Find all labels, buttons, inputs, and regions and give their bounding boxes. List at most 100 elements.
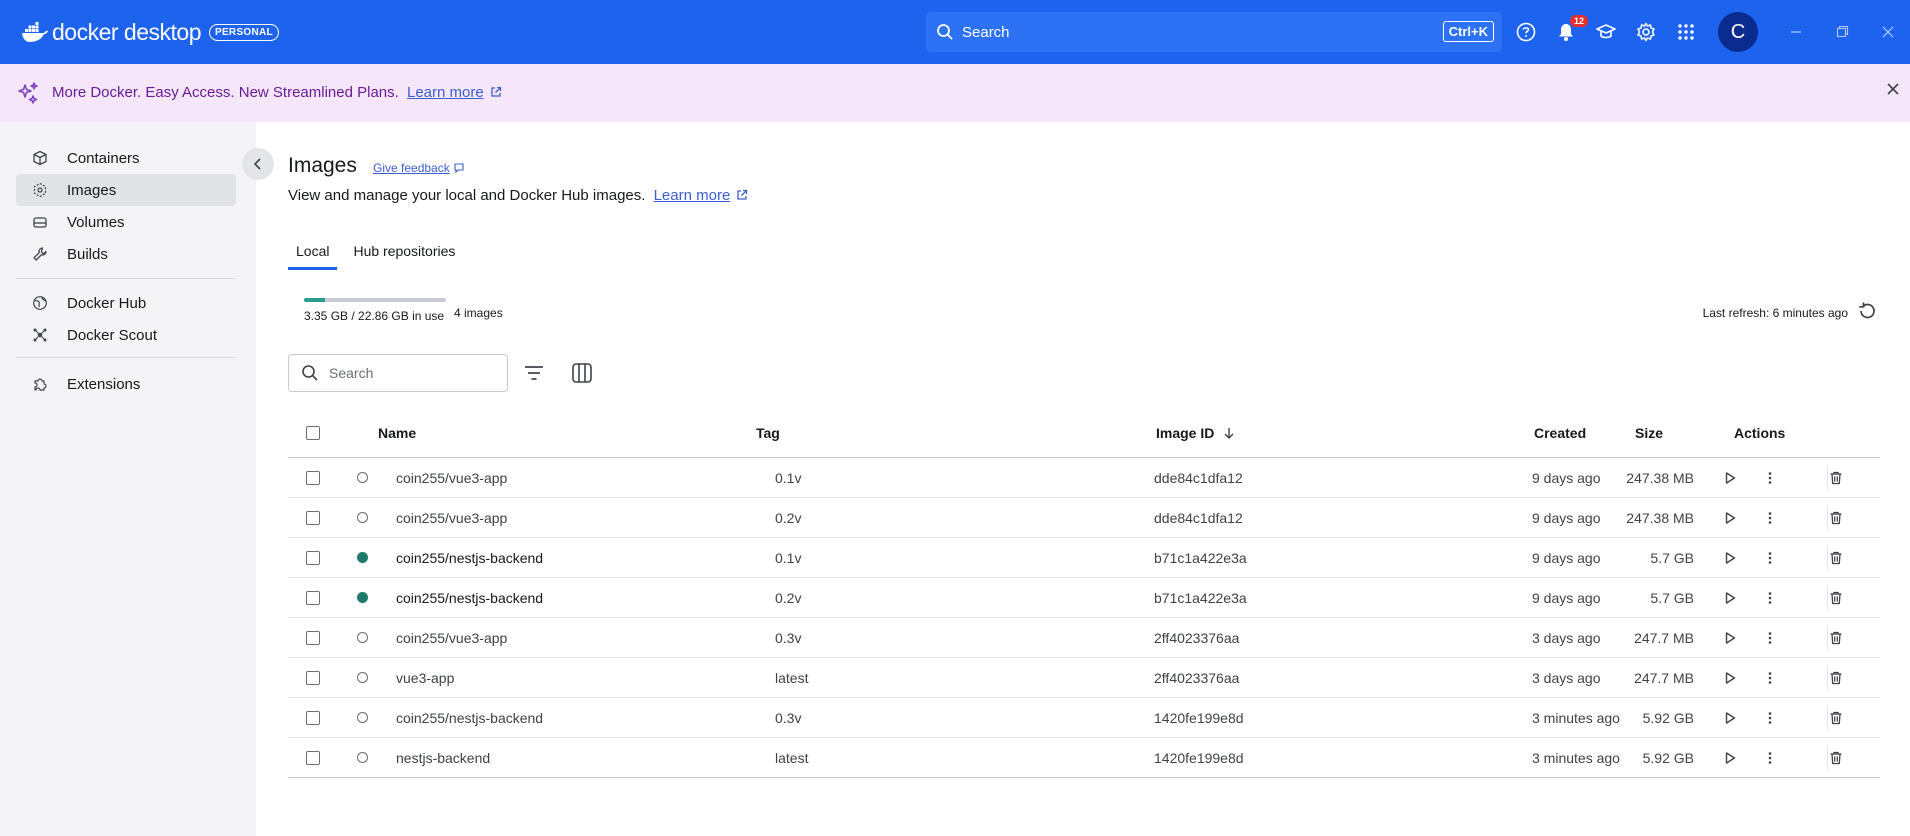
give-feedback-link[interactable]: Give feedback: [373, 161, 465, 175]
delete-button[interactable]: [1824, 498, 1848, 537]
table-row[interactable]: coin255/nestjs-backend 0.2v b71c1a422e3a…: [288, 578, 1880, 618]
delete-button[interactable]: [1824, 658, 1848, 697]
settings-icon[interactable]: [1634, 20, 1658, 44]
trash-icon: [1824, 746, 1848, 770]
row-checkbox[interactable]: [306, 458, 320, 497]
sidebar-item-docker-hub[interactable]: Docker Hub: [16, 287, 236, 319]
sidebar-item-builds[interactable]: Builds: [16, 238, 236, 270]
sidebar-item-containers[interactable]: Containers: [16, 142, 236, 174]
column-header-size[interactable]: Size: [1635, 408, 1663, 458]
image-tag: latest: [775, 749, 809, 766]
page-subtitle: View and manage your local and Docker Hu…: [288, 187, 748, 204]
run-button[interactable]: [1718, 658, 1742, 697]
minimize-icon[interactable]: [1784, 20, 1808, 44]
run-button[interactable]: [1718, 538, 1742, 577]
run-button[interactable]: [1718, 618, 1742, 657]
run-button[interactable]: [1718, 578, 1742, 617]
sidebar-item-volumes[interactable]: Volumes: [16, 206, 236, 238]
table-row[interactable]: coin255/vue3-app 0.2v dde84c1dfa12 9 day…: [288, 498, 1880, 538]
image-name[interactable]: coin255/nestjs-backend: [396, 538, 543, 577]
more-options-button[interactable]: [1758, 658, 1782, 697]
status-indicator: [357, 658, 368, 697]
table-header: Name Tag Image ID Created Size Actions: [288, 408, 1880, 458]
run-button[interactable]: [1718, 498, 1742, 537]
row-checkbox[interactable]: [306, 578, 320, 617]
more-options-button[interactable]: [1758, 458, 1782, 497]
delete-button[interactable]: [1824, 698, 1848, 737]
help-icon[interactable]: [1514, 20, 1538, 44]
image-name[interactable]: vue3-app: [396, 658, 454, 697]
sidebar-item-images[interactable]: Images: [16, 174, 236, 206]
image-count: 4 images: [454, 306, 503, 320]
table-row[interactable]: nestjs-backend latest 1420fe199e8d 3 min…: [288, 738, 1880, 778]
close-window-icon[interactable]: [1876, 20, 1900, 44]
delete-button[interactable]: [1824, 538, 1848, 577]
image-name[interactable]: coin255/vue3-app: [396, 458, 507, 497]
play-icon: [1718, 666, 1742, 690]
image-name[interactable]: nestjs-backend: [396, 738, 490, 777]
sidebar-divider: [16, 278, 236, 279]
row-checkbox[interactable]: [306, 498, 320, 537]
play-icon: [1718, 706, 1742, 730]
row-checkbox[interactable]: [306, 738, 320, 777]
row-checkbox[interactable]: [306, 658, 320, 697]
run-button[interactable]: [1718, 698, 1742, 737]
table-row[interactable]: coin255/vue3-app 0.3v 2ff4023376aa 3 day…: [288, 618, 1880, 658]
sidebar-item-extensions[interactable]: Extensions: [16, 368, 236, 400]
image-name[interactable]: coin255/vue3-app: [396, 618, 507, 657]
more-options-button[interactable]: [1758, 738, 1782, 777]
sidebar-item-docker-scout[interactable]: Docker Scout: [16, 319, 236, 351]
delete-button[interactable]: [1824, 578, 1848, 617]
learning-center-icon[interactable]: [1594, 20, 1618, 44]
columns-button[interactable]: [570, 361, 594, 390]
row-checkbox[interactable]: [306, 618, 320, 657]
apps-grid-icon[interactable]: [1674, 20, 1698, 44]
run-button[interactable]: [1718, 738, 1742, 777]
global-search[interactable]: Search Ctrl+K: [926, 12, 1502, 52]
promo-learn-more-link[interactable]: Learn more: [407, 84, 484, 101]
table-row[interactable]: coin255/nestjs-backend 0.1v b71c1a422e3a…: [288, 538, 1880, 578]
sidebar-item-label: Images: [67, 181, 117, 199]
select-all-checkbox[interactable]: [306, 408, 320, 458]
image-name[interactable]: coin255/nestjs-backend: [396, 698, 543, 737]
more-options-button[interactable]: [1758, 498, 1782, 537]
more-options-button[interactable]: [1758, 698, 1782, 737]
tab-hub-repositories[interactable]: Hub repositories: [345, 239, 463, 270]
promo-close-icon[interactable]: [1886, 82, 1900, 101]
sidebar-item-label: Extensions: [67, 375, 141, 393]
column-header-image-id[interactable]: Image ID: [1156, 408, 1236, 458]
tab-local[interactable]: Local: [288, 239, 338, 270]
kebab-menu-icon: [1758, 746, 1782, 770]
column-header-created[interactable]: Created: [1534, 408, 1586, 458]
table-row[interactable]: coin255/vue3-app 0.1v dde84c1dfa12 9 day…: [288, 458, 1880, 498]
learn-more-link[interactable]: Learn more: [654, 187, 731, 204]
delete-button[interactable]: [1824, 458, 1848, 497]
image-id: 2ff4023376aa: [1154, 629, 1240, 646]
page-title: Images: [288, 154, 357, 177]
table-row[interactable]: coin255/nestjs-backend 0.3v 1420fe199e8d…: [288, 698, 1880, 738]
row-checkbox[interactable]: [306, 538, 320, 577]
image-name[interactable]: coin255/nestjs-backend: [396, 578, 543, 617]
image-size: 247.38 MB: [1626, 509, 1694, 526]
search-input[interactable]: [329, 365, 489, 381]
delete-button[interactable]: [1824, 618, 1848, 657]
more-options-button[interactable]: [1758, 618, 1782, 657]
avatar[interactable]: C: [1718, 12, 1758, 52]
sidebar-item-label: Docker Hub: [67, 294, 147, 312]
more-options-button[interactable]: [1758, 538, 1782, 577]
table-row[interactable]: vue3-app latest 2ff4023376aa 3 days ago …: [288, 658, 1880, 698]
row-checkbox[interactable]: [306, 698, 320, 737]
run-button[interactable]: [1718, 458, 1742, 497]
maximize-icon[interactable]: [1830, 20, 1854, 44]
notifications-icon[interactable]: 12: [1554, 15, 1588, 44]
column-header-name[interactable]: Name: [378, 408, 416, 458]
filter-button[interactable]: [522, 361, 546, 390]
play-icon: [1718, 746, 1742, 770]
column-header-tag[interactable]: Tag: [756, 408, 780, 458]
more-options-button[interactable]: [1758, 578, 1782, 617]
image-name[interactable]: coin255/vue3-app: [396, 498, 507, 537]
delete-button[interactable]: [1824, 738, 1848, 777]
image-search[interactable]: [288, 354, 508, 392]
refresh-icon[interactable]: [1856, 300, 1878, 325]
sidebar-divider: [16, 357, 236, 358]
